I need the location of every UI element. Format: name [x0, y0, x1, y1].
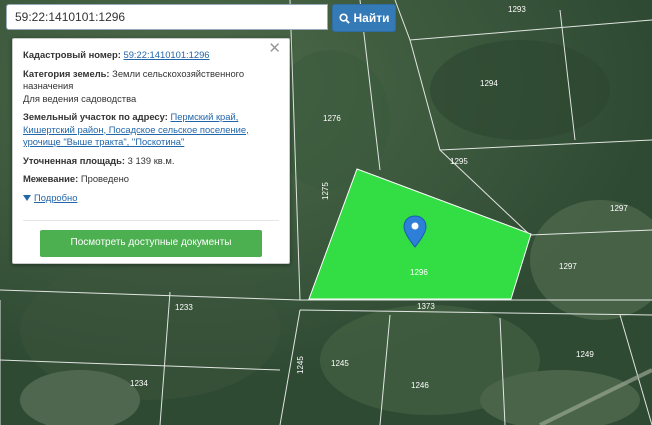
search-input[interactable]	[6, 4, 328, 30]
parcel-info-popup: ✕ Кадастровый номер: 59:22:1410101:1296 …	[12, 38, 290, 264]
cadastral-link[interactable]: 59:22:1410101:1296	[123, 49, 209, 60]
search-bar: Найти	[6, 4, 398, 32]
search-icon	[338, 12, 350, 24]
usage-value: Для ведения садоводства	[23, 92, 137, 104]
parcel-label: 1293	[508, 5, 526, 14]
cadastral-label: Кадастровый номер:	[23, 49, 121, 60]
survey-value: Проведено	[80, 173, 129, 184]
parcel-label: 1245	[331, 359, 349, 368]
parcel-label: 1295	[450, 157, 468, 166]
close-icon[interactable]: ✕	[268, 41, 281, 55]
details-link[interactable]: Подробно	[34, 192, 77, 205]
category-label: Категория земель:	[23, 67, 110, 79]
parcel-label: 1275	[321, 182, 330, 200]
parcel-label: 1249	[576, 350, 594, 359]
parcel-label: 1234	[130, 379, 148, 388]
category-row: Категория земель: Земли сельскохозяйстве…	[23, 68, 279, 106]
survey-row: Межевание: Проведено	[23, 173, 279, 186]
address-label: Земельный участок по адресу:	[23, 111, 168, 122]
caret-down-icon	[23, 194, 31, 201]
parcel-label: 1233	[175, 303, 193, 312]
parcel-label: 1245	[296, 356, 305, 374]
details-toggle[interactable]: Подробно	[23, 192, 279, 205]
area-label: Уточненная площадь:	[23, 154, 126, 166]
area-value: 3 139 кв.м.	[127, 154, 175, 166]
parcel-label: 1294	[480, 79, 498, 88]
area-row: Уточненная площадь: 3 139 кв.м.	[23, 155, 279, 168]
search-button-label: Найти	[353, 11, 390, 25]
survey-label: Межевание:	[23, 173, 79, 184]
parcel-label: 1297	[559, 262, 577, 271]
cadastral-row: Кадастровый номер: 59:22:1410101:1296	[23, 49, 279, 62]
parcel-label: 1373	[417, 302, 435, 311]
divider	[23, 220, 279, 221]
search-button[interactable]: Найти	[332, 4, 396, 32]
parcel-label: 1296	[410, 268, 428, 277]
address-row: Земельный участок по адресу: Пермский кр…	[23, 111, 279, 149]
parcel-label: 1276	[323, 114, 341, 123]
parcel-label: 1246	[411, 381, 429, 390]
view-documents-button[interactable]: Посмотреть доступные документы	[40, 230, 262, 257]
parcel-label: 1297	[610, 204, 628, 213]
